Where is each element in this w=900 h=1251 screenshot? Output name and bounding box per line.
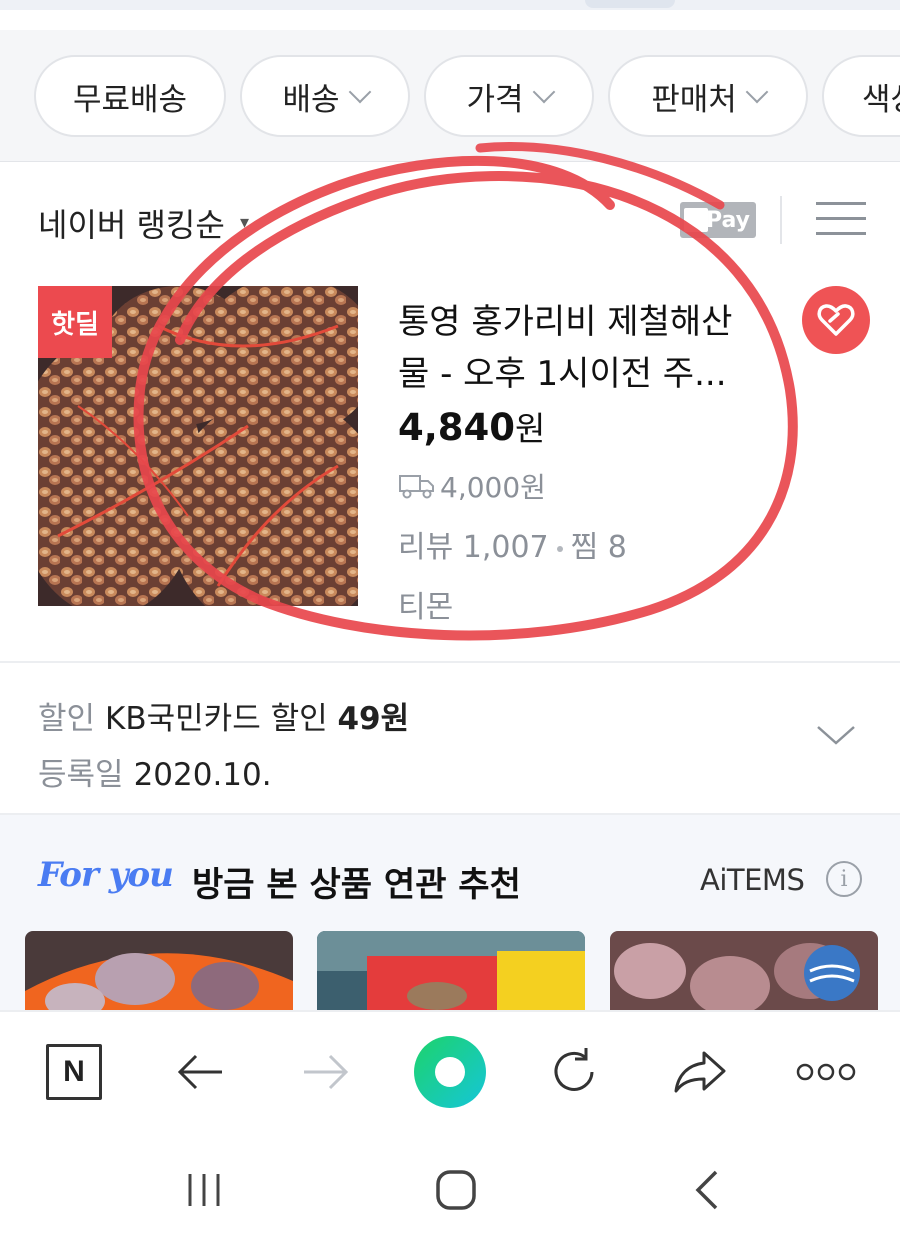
discount-info: 할인 KB국민카드 할인 49원 [38,693,409,738]
date-key: 등록일 [38,757,124,793]
discount-key: 할인 [38,701,96,737]
for-you-title: 방금 본 상품 연관 추천 [192,865,521,905]
naver-home-button[interactable]: N [38,1036,110,1108]
share-button[interactable] [664,1036,736,1108]
recent-apps-icon[interactable] [184,1170,224,1210]
naver-n-icon: N [46,1044,102,1100]
recommendation-image [610,931,878,1010]
for-you-logo: For you [38,855,174,895]
recommendation-image [317,931,585,1010]
expand-chevron-icon[interactable] [816,715,856,755]
browser-bottom-nav: N [0,1010,900,1130]
date-value: 2020.10. [133,757,272,793]
aitems-brand: AiTEMS [700,863,805,897]
info-icon[interactable]: i [826,861,862,897]
back-icon[interactable] [690,1168,726,1212]
benefits-section: 할인 KB국민카드 할인 49원 등록일 2020.10. [0,663,900,813]
recommendation-item[interactable] [610,931,878,1010]
for-you-section: For you 방금 본 상품 연관 추천 AiTEMS i [0,815,900,1010]
share-icon [674,1051,726,1093]
forward-button[interactable] [290,1036,362,1108]
back-button[interactable] [164,1036,236,1108]
more-icon [796,1063,856,1081]
green-dot-button[interactable] [414,1036,486,1108]
discount-amount: 49원 [337,701,410,737]
recommendation-item[interactable] [25,931,293,1010]
home-icon[interactable] [434,1168,478,1212]
green-dot-icon [414,1036,486,1108]
refresh-icon [554,1048,594,1091]
system-nav-bar [0,1130,900,1251]
recommendation-image [25,931,293,1010]
registration-date: 등록일 2020.10. [38,749,272,794]
forward-arrow-icon [304,1054,349,1090]
discount-text: KB국민카드 할인 [105,701,328,737]
more-button[interactable] [790,1036,862,1108]
back-arrow-icon [177,1054,222,1090]
recommendation-item[interactable] [317,931,585,1010]
refresh-button[interactable] [538,1036,610,1108]
